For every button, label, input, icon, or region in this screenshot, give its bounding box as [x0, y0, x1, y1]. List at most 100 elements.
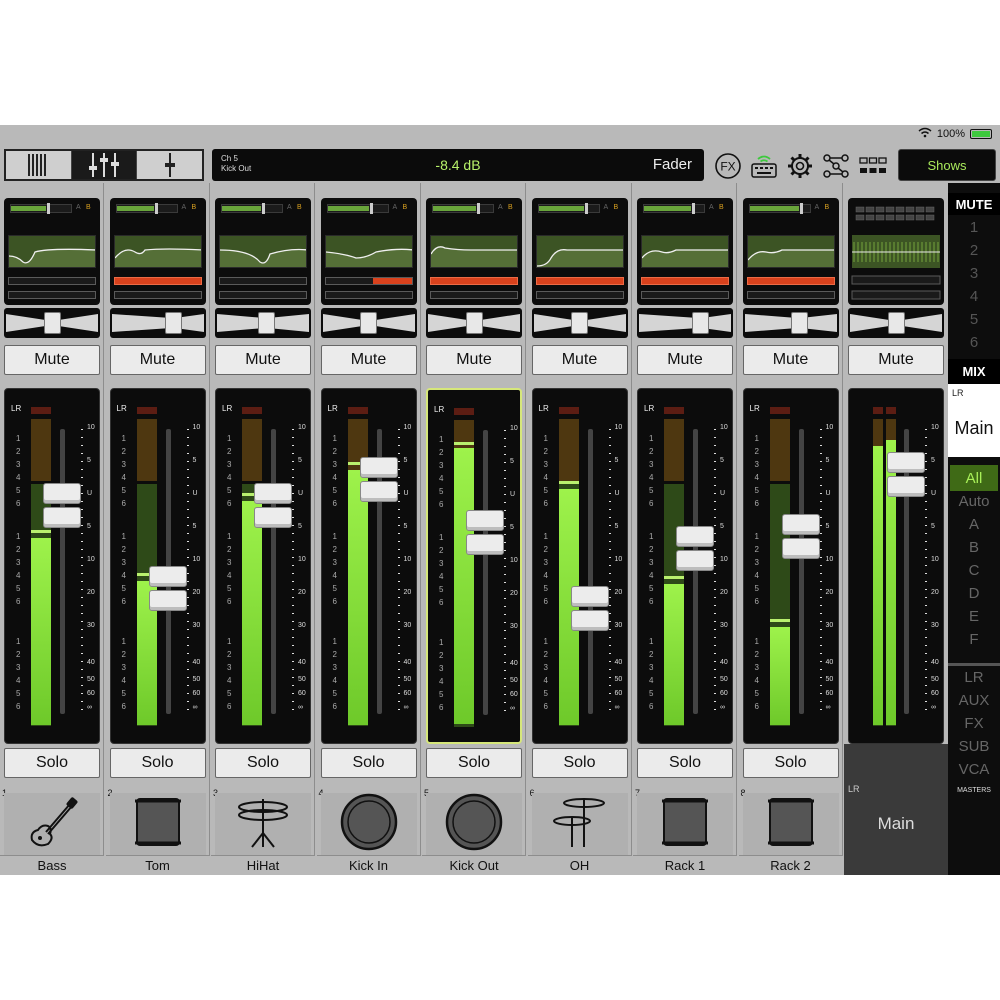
view-e[interactable]: E [948, 608, 1000, 625]
channel-icon-button[interactable] [531, 793, 628, 855]
dynamics-indicator [113, 277, 202, 285]
main-fader-handle[interactable] [887, 451, 925, 498]
solo-button[interactable]: Solo [109, 748, 206, 778]
meter-scale-label: 1 [332, 637, 337, 646]
channel-view-button[interactable] [137, 151, 202, 179]
mute-button[interactable]: Mute [4, 345, 100, 375]
mute-button[interactable]: Mute [320, 345, 417, 375]
fader-scale-tick: 5 [87, 457, 91, 464]
solo-button[interactable]: Solo [426, 748, 522, 778]
masters-vca[interactable]: VCA [948, 761, 1000, 778]
channel-name[interactable]: Kick In [316, 855, 421, 875]
processing-overview[interactable]: AB [215, 198, 311, 305]
channel-icon-button[interactable] [637, 793, 733, 855]
pan-control[interactable] [320, 308, 417, 338]
channel-display: Ch 5 Kick Out -8.4 dB Fader [212, 149, 704, 181]
mute-button[interactable]: Mute [637, 345, 733, 375]
routing-icon[interactable] [822, 153, 850, 179]
channel-name[interactable]: Kick Out [422, 855, 526, 875]
meters-view-button[interactable] [6, 151, 72, 179]
pan-control[interactable] [637, 308, 733, 338]
processing-overview[interactable]: AB [426, 198, 522, 305]
processing-overview[interactable]: AB [742, 198, 839, 305]
main-strip-label-area[interactable]: LR Main [844, 744, 948, 875]
main-balance-control[interactable] [848, 308, 944, 338]
pan-control[interactable] [4, 308, 100, 338]
mute-group-1[interactable]: 1 [948, 219, 1000, 236]
solo-button[interactable]: Solo [320, 748, 417, 778]
a-indicator: A [709, 204, 714, 211]
masters-fx[interactable]: FX [948, 715, 1000, 732]
gear-icon[interactable] [786, 153, 814, 179]
view-d[interactable]: D [948, 585, 1000, 602]
meter-scale-label: 2 [754, 650, 759, 659]
channel-icon-button[interactable] [742, 793, 839, 855]
processing-overview[interactable]: AB [109, 198, 206, 305]
fader-handle[interactable] [676, 525, 714, 572]
shows-button[interactable]: Shows [898, 149, 996, 181]
pan-control[interactable] [215, 308, 311, 338]
mute-button[interactable]: Mute [426, 345, 522, 375]
mute-button[interactable]: Mute [531, 345, 628, 375]
channel-name[interactable]: Rack 2 [738, 855, 843, 875]
mix-header[interactable]: MIX [948, 359, 1000, 384]
view-f[interactable]: F [948, 631, 1000, 648]
channel-name[interactable]: Rack 1 [633, 855, 737, 875]
solo-button[interactable]: Solo [531, 748, 628, 778]
masters-lr[interactable]: LR [948, 669, 1000, 686]
view-b[interactable]: B [948, 539, 1000, 556]
fader-handle[interactable] [148, 565, 187, 612]
view-a[interactable]: A [948, 516, 1000, 533]
fader-handle[interactable] [359, 457, 398, 503]
channel-icon-button[interactable] [109, 793, 206, 855]
main-mute-button[interactable]: Mute [848, 345, 944, 375]
solo-button[interactable]: Solo [637, 748, 733, 778]
pan-control[interactable] [426, 308, 522, 338]
channel-icon-button[interactable] [320, 793, 417, 855]
mute-group-5[interactable]: 5 [948, 311, 1000, 328]
fader-scale-tick: 5 [510, 524, 514, 531]
channel-name[interactable]: Tom [105, 855, 210, 875]
channel-icon-button[interactable] [426, 793, 522, 855]
channel-icon-button[interactable] [4, 793, 100, 855]
fader-handle[interactable] [43, 482, 81, 529]
processing-overview[interactable]: AB [637, 198, 733, 305]
mute-groups-header[interactable]: MUTE [948, 193, 1000, 215]
pan-control[interactable] [742, 308, 839, 338]
view-auto[interactable]: Auto [948, 493, 1000, 510]
mute-button[interactable]: Mute [109, 345, 206, 375]
channel-meter: LR 1 2 3 4 5 6 1 2 3 4 5 6 1 2 3 4 5 6 10 5 U 5 10 20 30 40 50 60 ∞ [4, 388, 100, 744]
solo-button[interactable]: Solo [742, 748, 839, 778]
mute-group-2[interactable]: 2 [948, 242, 1000, 259]
fader-handle[interactable] [570, 585, 609, 632]
solo-button[interactable]: Solo [215, 748, 311, 778]
mute-button[interactable]: Mute [742, 345, 839, 375]
masters-sub[interactable]: SUB [948, 738, 1000, 755]
keyboard-icon[interactable] [750, 153, 778, 179]
fader-handle[interactable] [466, 509, 504, 556]
view-c[interactable]: C [948, 562, 1000, 579]
mute-group-6[interactable]: 6 [948, 334, 1000, 351]
channel-name[interactable]: OH [527, 855, 632, 875]
mute-group-3[interactable]: 3 [948, 265, 1000, 282]
channel-icon-button[interactable] [215, 793, 311, 855]
mute-button[interactable]: Mute [215, 345, 311, 375]
channel-name[interactable]: HiHat [211, 855, 315, 875]
pan-control[interactable] [531, 308, 628, 338]
fader-handle[interactable] [781, 514, 820, 560]
channel-name[interactable]: Bass [0, 855, 104, 875]
fader-handle[interactable] [254, 482, 292, 529]
processing-overview[interactable]: AB [320, 198, 417, 305]
main-processing-box[interactable] [848, 198, 944, 305]
solo-button[interactable]: Solo [4, 748, 100, 778]
masters-aux[interactable]: AUX [948, 692, 1000, 709]
mixer-view-button[interactable] [71, 151, 138, 179]
fx-button[interactable]: FX [714, 153, 742, 179]
patch-grid-icon[interactable] [858, 153, 888, 179]
mute-group-4[interactable]: 4 [948, 288, 1000, 305]
view-all[interactable]: All [950, 465, 998, 491]
mix-selector-main[interactable]: LR Main [948, 384, 1000, 457]
pan-control[interactable] [109, 308, 206, 338]
processing-overview[interactable]: AB [531, 198, 628, 305]
processing-overview[interactable]: AB [4, 198, 100, 305]
